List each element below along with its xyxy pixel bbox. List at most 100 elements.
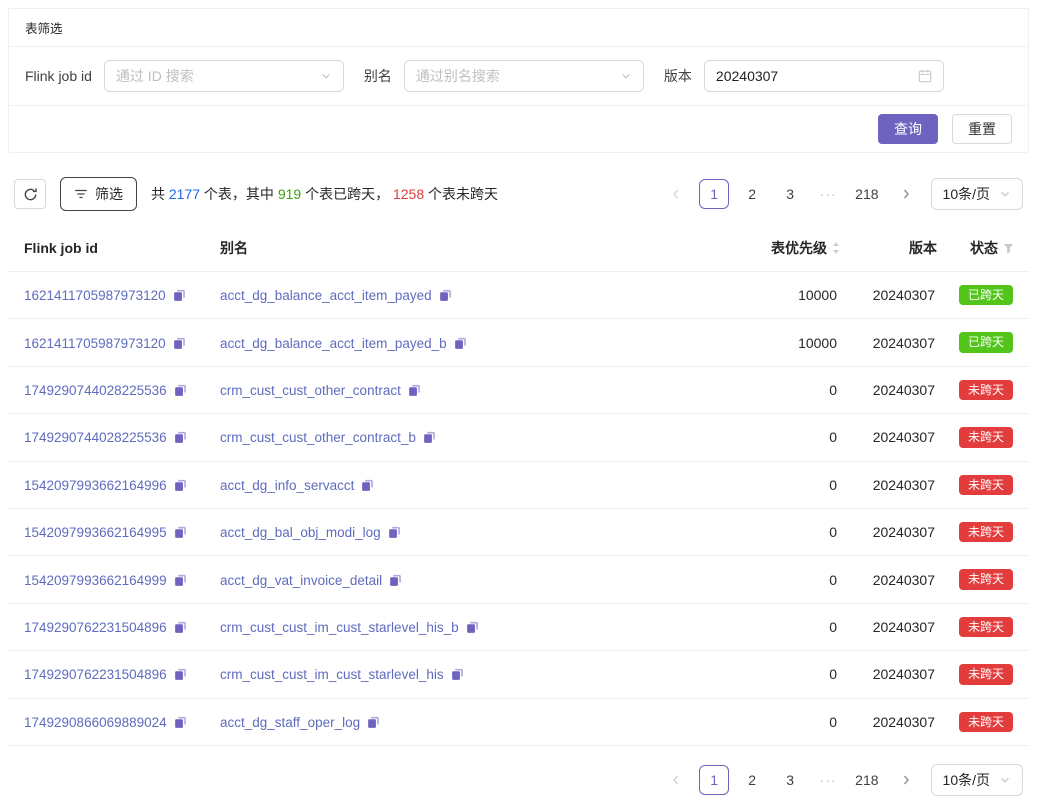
flink-job-id-link[interactable]: 1749290866069889024 (24, 715, 167, 730)
page-button-3[interactable]: 3 (775, 179, 805, 209)
version-cell: 20240307 (841, 461, 937, 508)
status-badge: 未跨天 (959, 569, 1013, 589)
version-cell: 20240307 (841, 698, 937, 745)
version-label: 版本 (664, 66, 692, 86)
table-row: 1749290866069889024 acct_dg_staff_oper_l… (8, 698, 1029, 745)
version-cell: 20240307 (841, 319, 937, 366)
status-badge: 未跨天 (959, 380, 1013, 400)
copy-icon[interactable] (454, 337, 467, 350)
copy-icon[interactable] (174, 668, 187, 681)
page-button-1[interactable]: 1 (699, 765, 729, 795)
table-body: 1621411705987973120 acct_dg_balance_acct… (8, 272, 1029, 746)
copy-icon[interactable] (174, 384, 187, 397)
priority-cell: 0 (681, 556, 841, 603)
next-page-button[interactable] (891, 179, 921, 209)
copy-icon[interactable] (389, 574, 402, 587)
alias-select[interactable]: 通过别名搜索 (404, 60, 644, 92)
page-button-2[interactable]: 2 (737, 765, 767, 795)
prev-page-button[interactable] (661, 179, 691, 209)
flink-job-id-link[interactable]: 1621411705987973120 (24, 336, 166, 351)
copy-icon[interactable] (466, 621, 479, 634)
copy-icon[interactable] (173, 337, 186, 350)
page-button-2[interactable]: 2 (737, 179, 767, 209)
table-row: 1621411705987973120 acct_dg_balance_acct… (8, 272, 1029, 319)
page-button-1[interactable]: 1 (699, 179, 729, 209)
chevron-left-icon (670, 774, 682, 786)
flink-job-id-link[interactable]: 1749290744028225536 (24, 430, 167, 445)
table-row: 1749290762231504896 crm_cust_cust_im_cus… (8, 651, 1029, 698)
alias-link[interactable]: acct_dg_info_servacct (220, 478, 354, 493)
search-button[interactable]: 查询 (878, 114, 938, 144)
flink-job-id-link[interactable]: 1621411705987973120 (24, 288, 166, 303)
copy-icon[interactable] (174, 479, 187, 492)
alias-link[interactable]: crm_cust_cust_other_contract_b (220, 430, 416, 445)
copy-icon[interactable] (408, 384, 421, 397)
copy-icon[interactable] (388, 526, 401, 539)
refresh-icon (23, 187, 38, 202)
sorter-icon[interactable] (831, 241, 841, 255)
version-date-picker[interactable]: 20240307 (704, 60, 944, 92)
alias-link[interactable]: acct_dg_bal_obj_modi_log (220, 525, 381, 540)
version-cell: 20240307 (841, 556, 937, 603)
job-id-placeholder: 通过 ID 搜索 (116, 66, 320, 86)
version-cell: 20240307 (841, 603, 937, 650)
header-status-label: 状态 (970, 238, 998, 258)
version-cell: 20240307 (841, 508, 937, 555)
flink-job-id-link[interactable]: 1542097993662164999 (24, 573, 167, 588)
flink-job-id-link[interactable]: 1749290744028225536 (24, 383, 167, 398)
page-button-3[interactable]: 3 (775, 765, 805, 795)
prev-page-button[interactable] (661, 765, 691, 795)
priority-cell: 10000 (681, 319, 841, 366)
status-badge: 未跨天 (959, 617, 1013, 637)
alias-link[interactable]: crm_cust_cust_other_contract (220, 383, 401, 398)
copy-icon[interactable] (423, 431, 436, 444)
alias-link[interactable]: crm_cust_cust_im_cust_starlevel_his (220, 667, 444, 682)
filter-toggle-button[interactable]: 筛选 (60, 177, 137, 211)
table-wrap: Flink job id 别名 表优先级 版本 状态 (8, 225, 1029, 746)
header-flink-job-id: Flink job id (8, 225, 204, 272)
version-cell: 20240307 (841, 366, 937, 413)
copy-icon[interactable] (174, 574, 187, 587)
page-button-218[interactable]: 218 (851, 765, 882, 795)
reset-button[interactable]: 重置 (952, 114, 1012, 144)
chevron-down-icon (999, 188, 1011, 200)
job-id-label: Flink job id (25, 68, 92, 84)
page-button-218[interactable]: 218 (851, 179, 882, 209)
job-id-select[interactable]: 通过 ID 搜索 (104, 60, 344, 92)
header-priority[interactable]: 表优先级 (681, 225, 841, 272)
alias-link[interactable]: acct_dg_staff_oper_log (220, 715, 360, 730)
priority-cell: 0 (681, 698, 841, 745)
flink-job-id-link[interactable]: 1542097993662164995 (24, 525, 167, 540)
copy-icon[interactable] (439, 289, 452, 302)
alias-link[interactable]: acct_dg_balance_acct_item_payed (220, 288, 432, 303)
copy-icon[interactable] (361, 479, 374, 492)
summary-crossed: 919 (278, 186, 301, 202)
alias-link[interactable]: crm_cust_cust_im_cust_starlevel_his_b (220, 620, 459, 635)
chevron-down-icon (999, 774, 1011, 786)
flink-job-id-link[interactable]: 1542097993662164996 (24, 478, 167, 493)
header-status[interactable]: 状态 (937, 225, 1029, 272)
version-cell: 20240307 (841, 414, 937, 461)
copy-icon[interactable] (174, 526, 187, 539)
copy-icon[interactable] (367, 716, 380, 729)
page-ellipsis: ··· (813, 179, 843, 209)
funnel-icon[interactable] (1002, 242, 1015, 255)
copy-icon[interactable] (174, 716, 187, 729)
copy-icon[interactable] (174, 431, 187, 444)
chevron-down-icon (620, 70, 632, 82)
next-page-button[interactable] (891, 765, 921, 795)
chevron-right-icon (900, 774, 912, 786)
refresh-button[interactable] (14, 179, 46, 209)
flink-job-id-link[interactable]: 1749290762231504896 (24, 667, 167, 682)
copy-icon[interactable] (173, 289, 186, 302)
alias-link[interactable]: acct_dg_balance_acct_item_payed_b (220, 336, 447, 351)
alias-link[interactable]: acct_dg_vat_invoice_detail (220, 573, 382, 588)
table-row: 1749290762231504896 crm_cust_cust_im_cus… (8, 603, 1029, 650)
flink-job-id-link[interactable]: 1749290762231504896 (24, 620, 167, 635)
summary-total: 2177 (169, 186, 200, 202)
copy-icon[interactable] (451, 668, 464, 681)
copy-icon[interactable] (174, 621, 187, 634)
priority-cell: 0 (681, 414, 841, 461)
page-size-select[interactable]: 10条/页 (931, 178, 1023, 210)
page-size-select[interactable]: 10条/页 (931, 764, 1023, 796)
